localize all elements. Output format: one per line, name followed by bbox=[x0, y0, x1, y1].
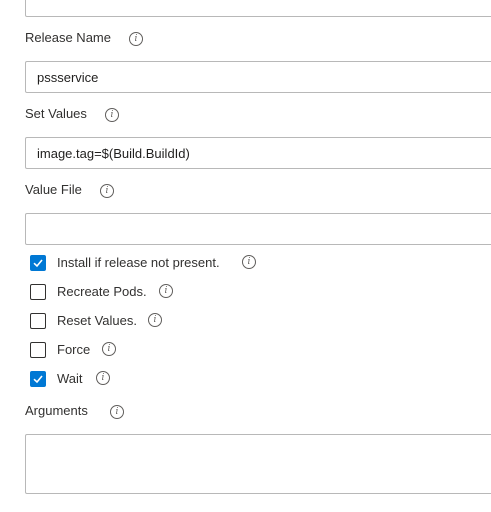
wait-label: Wait bbox=[57, 371, 83, 386]
checkmark-icon bbox=[33, 375, 43, 384]
arguments-info-icon[interactable]: i bbox=[110, 405, 124, 419]
force-checkbox[interactable] bbox=[30, 342, 46, 358]
wait-checkbox[interactable] bbox=[30, 371, 46, 387]
previous-field-input[interactable] bbox=[25, 0, 491, 17]
release-name-info-icon[interactable]: i bbox=[129, 32, 143, 46]
release-name-input[interactable]: pssservice bbox=[25, 61, 491, 93]
reset-values-info-icon[interactable]: i bbox=[148, 313, 162, 327]
release-name-value: pssservice bbox=[37, 70, 99, 85]
value-file-input[interactable] bbox=[25, 213, 491, 245]
set-values-label: Set Values bbox=[25, 106, 87, 121]
recreate-pods-info-icon[interactable]: i bbox=[159, 284, 173, 298]
set-values-value: image.tag=$(Build.BuildId) bbox=[37, 146, 190, 161]
force-label: Force bbox=[57, 342, 91, 357]
arguments-textarea[interactable] bbox=[25, 434, 491, 494]
install-info-icon[interactable]: i bbox=[242, 255, 256, 269]
value-file-label: Value File bbox=[25, 182, 82, 197]
set-values-input[interactable]: image.tag=$(Build.BuildId) bbox=[25, 137, 491, 169]
release-name-label: Release Name bbox=[25, 30, 111, 45]
set-values-info-icon[interactable]: i bbox=[105, 108, 119, 122]
arguments-label: Arguments bbox=[25, 403, 88, 418]
value-file-info-icon[interactable]: i bbox=[100, 184, 114, 198]
checkmark-icon bbox=[33, 259, 43, 268]
reset-values-label: Reset Values. bbox=[57, 313, 137, 328]
wait-info-icon[interactable]: i bbox=[96, 371, 110, 385]
reset-values-checkbox[interactable] bbox=[30, 313, 46, 329]
force-info-icon[interactable]: i bbox=[102, 342, 116, 356]
install-if-not-present-label: Install if release not present. bbox=[57, 255, 220, 270]
install-if-not-present-checkbox[interactable] bbox=[30, 255, 46, 271]
recreate-pods-label: Recreate Pods. bbox=[57, 284, 147, 299]
recreate-pods-checkbox[interactable] bbox=[30, 284, 46, 300]
